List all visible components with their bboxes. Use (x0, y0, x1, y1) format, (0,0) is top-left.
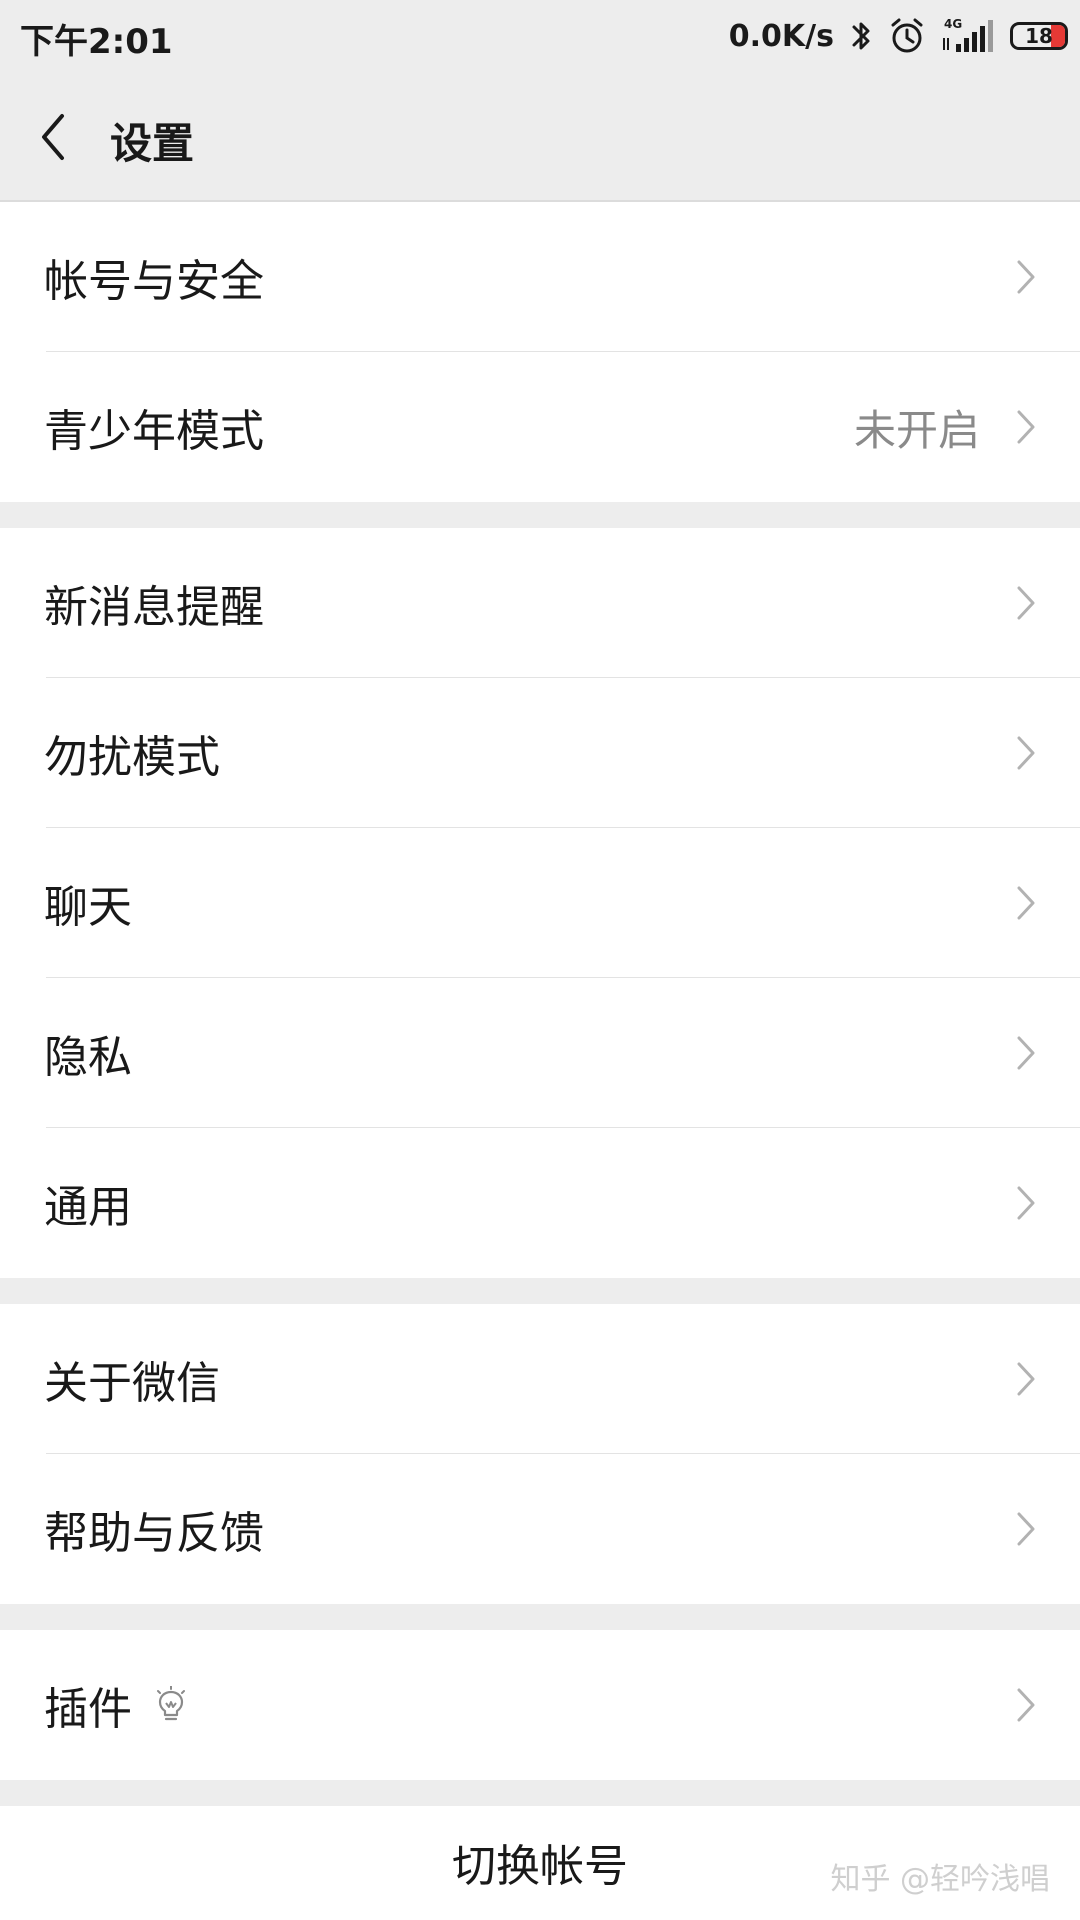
chevron-right-icon (1014, 1509, 1038, 1549)
chevron-right-icon (1014, 1359, 1038, 1399)
chevron-right-icon (1014, 733, 1038, 773)
settings-item-new-message-alerts[interactable]: 新消息提醒 (0, 528, 1080, 678)
bluetooth-icon (848, 18, 874, 54)
page-title: 设置 (110, 119, 195, 168)
navigation-bar: 设置 (0, 72, 1080, 202)
chevron-right-icon (1014, 257, 1038, 297)
settings-group-general: 新消息提醒 勿扰模式 聊天 隐私 通用 (0, 528, 1080, 1278)
chevron-left-icon (42, 114, 64, 160)
settings-item-label: 帮助与反馈 (44, 1508, 264, 1559)
settings-group-account: 帐号与安全 青少年模式 未开启 (0, 202, 1080, 502)
settings-item-chats[interactable]: 聊天 (0, 828, 1080, 978)
settings-group-plugins: 插件 (0, 1630, 1080, 1780)
signal-icon: 4G (940, 16, 996, 56)
settings-item-teen-mode[interactable]: 青少年模式 未开启 (0, 352, 1080, 502)
settings-item-label: 通用 (44, 1182, 132, 1233)
battery-level: 18 (1025, 24, 1053, 48)
battery-icon: 18 (1010, 22, 1068, 50)
chevron-right-icon (1014, 1183, 1038, 1223)
settings-item-do-not-disturb[interactable]: 勿扰模式 (0, 678, 1080, 828)
settings-item-label: 帐号与安全 (44, 256, 264, 307)
network-speed: 0.0K/s (728, 18, 834, 54)
chevron-right-icon (1014, 1033, 1038, 1073)
status-indicators: 0.0K/s 4G 18 (728, 14, 1068, 58)
watermark: 知乎 @轻吟浅唱 (830, 1862, 1050, 1897)
settings-item-about-wechat[interactable]: 关于微信 (0, 1304, 1080, 1454)
settings-item-label: 关于微信 (44, 1358, 220, 1409)
settings-item-general[interactable]: 通用 (0, 1128, 1080, 1278)
back-button[interactable] (28, 107, 78, 167)
chevron-right-icon (1014, 1685, 1038, 1725)
settings-item-label: 插件 (44, 1684, 132, 1735)
status-time: 下午2:01 (20, 22, 173, 62)
settings-item-privacy[interactable]: 隐私 (0, 978, 1080, 1128)
settings-item-label: 新消息提醒 (44, 582, 264, 633)
settings-item-account-security[interactable]: 帐号与安全 (0, 202, 1080, 352)
settings-item-help-feedback[interactable]: 帮助与反馈 (0, 1454, 1080, 1604)
settings-item-label: 勿扰模式 (44, 732, 220, 783)
status-bar: 下午2:01 0.0K/s 4G 18 (0, 0, 1080, 72)
settings-item-value: 未开启 (853, 405, 980, 455)
chevron-right-icon (1014, 883, 1038, 923)
settings-item-label: 隐私 (44, 1032, 132, 1083)
network-type-label: 4G (944, 17, 962, 31)
chevron-right-icon (1014, 407, 1038, 447)
settings-item-label: 聊天 (44, 882, 132, 933)
alarm-icon (888, 17, 926, 55)
settings-group-about: 关于微信 帮助与反馈 (0, 1304, 1080, 1604)
settings-item-label: 青少年模式 (44, 406, 264, 457)
settings-item-plugins[interactable]: 插件 (0, 1630, 1080, 1780)
chevron-right-icon (1014, 583, 1038, 623)
lightbulb-icon (154, 1685, 188, 1726)
